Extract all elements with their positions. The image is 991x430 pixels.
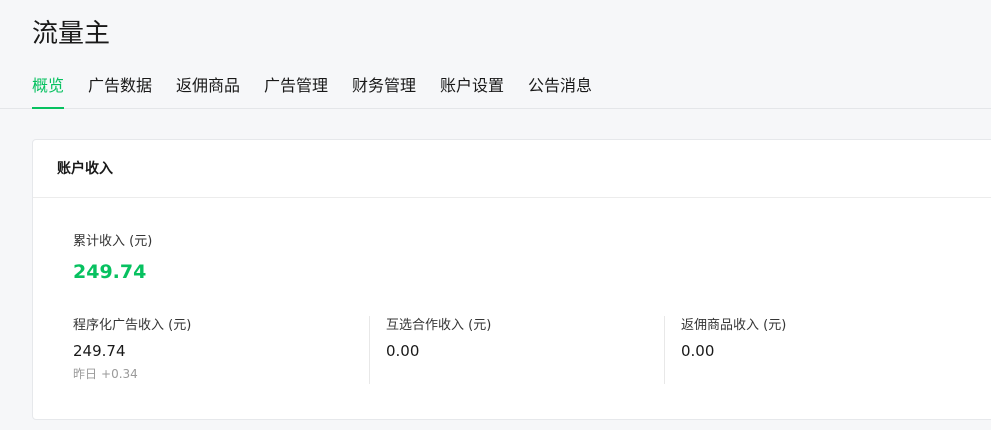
metric-mutual-selection-income: 互选合作收入 (元) 0.00 bbox=[386, 316, 491, 386]
metric-value: 249.74 bbox=[73, 342, 126, 360]
page: 流量主 概览 广告数据 返佣商品 广告管理 财务管理 账户设置 公告消息 账户收… bbox=[0, 0, 991, 430]
metric-divider bbox=[369, 316, 370, 384]
tab-ad-management[interactable]: 广告管理 bbox=[264, 70, 328, 108]
metric-divider bbox=[664, 316, 665, 384]
account-income-card: 账户收入 累计收入 (元) 249.74 程序化广告收入 (元) 249.74 … bbox=[32, 139, 991, 420]
tab-rebate-products[interactable]: 返佣商品 bbox=[176, 70, 240, 108]
yesterday-change: 昨日 +0.34 bbox=[73, 365, 191, 383]
tab-overview[interactable]: 概览 bbox=[32, 70, 65, 109]
yesterday-label: 昨日 bbox=[73, 367, 98, 381]
tab-ad-data[interactable]: 广告数据 bbox=[88, 70, 152, 108]
metric-value: 0.00 bbox=[681, 342, 715, 360]
metric-label: 返佣商品收入 (元) bbox=[681, 318, 787, 333]
metric-programmatic-ad-income: 程序化广告收入 (元) 249.74 昨日 +0.34 bbox=[73, 316, 191, 386]
yesterday-value: +0.34 bbox=[101, 367, 138, 381]
card-title: 账户收入 bbox=[57, 161, 113, 177]
tab-account-settings[interactable]: 账户设置 bbox=[440, 70, 504, 108]
metric-label: 程序化广告收入 (元) bbox=[73, 318, 192, 333]
total-income-value: 249.74 bbox=[73, 261, 147, 283]
total-income-label: 累计收入 (元) bbox=[73, 234, 153, 249]
card-header: 账户收入 bbox=[33, 140, 991, 198]
app-title: 流量主 bbox=[32, 19, 111, 49]
main-tabs: 概览 广告数据 返佣商品 广告管理 财务管理 账户设置 公告消息 bbox=[0, 70, 991, 109]
metric-value: 0.00 bbox=[386, 342, 420, 360]
metric-rebate-product-income: 返佣商品收入 (元) 0.00 bbox=[681, 316, 786, 386]
metric-label: 互选合作收入 (元) bbox=[386, 318, 492, 333]
tab-announcements[interactable]: 公告消息 bbox=[528, 70, 592, 108]
tab-finance-management[interactable]: 财务管理 bbox=[352, 70, 416, 108]
